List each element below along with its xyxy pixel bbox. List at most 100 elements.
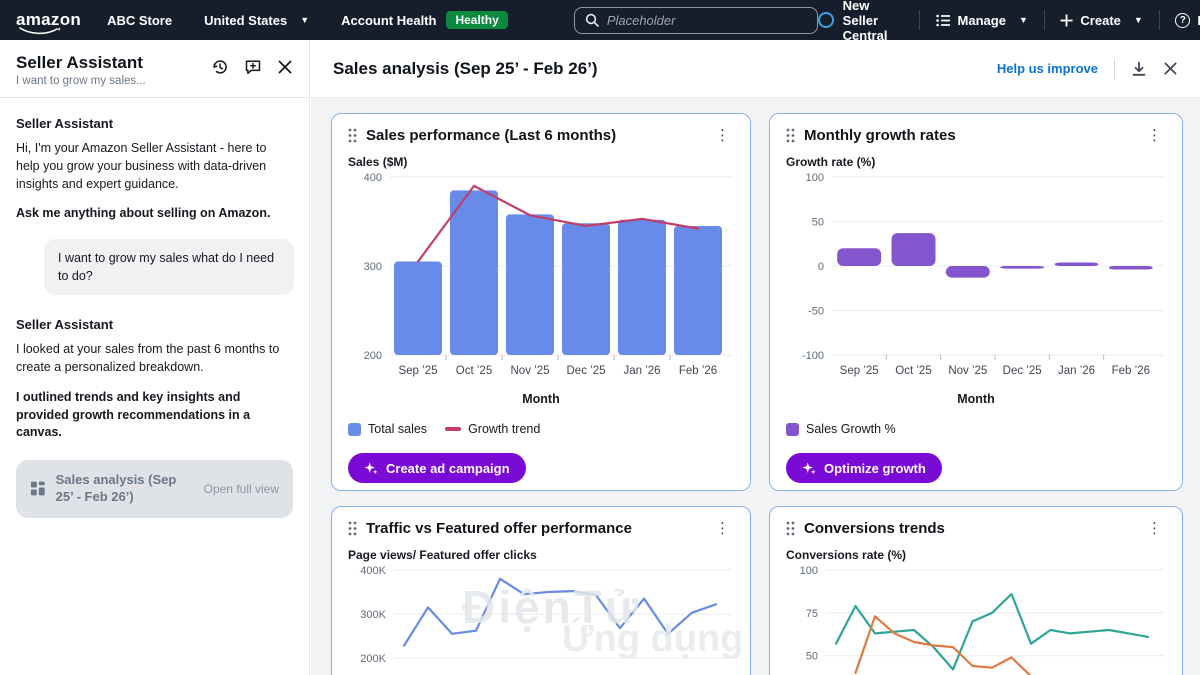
manage-menu[interactable]: Manage ▼ [936,13,1028,28]
x-tick-label: Oct ’25 [895,365,931,377]
close-canvas-icon[interactable] [1163,61,1178,76]
y-tick-label: 300K [360,609,386,621]
search-icon [585,13,599,27]
x-tick-label: Nov ’25 [511,365,550,377]
bar [506,214,554,355]
download-icon[interactable] [1131,61,1147,77]
canvas-header: Sales analysis (Sep 25’ - Feb 26’) Help … [311,40,1200,98]
canvas-card-title: Sales analysis (Sep 25’ - Feb 26’) [56,472,194,506]
assistant-header: Seller Assistant I want to grow my sales… [0,40,309,98]
top-nav: amazon ABC Store United States ▼ Account… [0,0,1200,40]
chart-xlabel: Month [348,392,734,406]
sales-performance-chart: 400300200Sep ’25Oct ’25Nov ’25Dec ’25Jan… [348,171,734,387]
help-menu[interactable]: ? Help [1175,13,1200,28]
assistant-subtitle: I want to grow my sales... [16,75,146,87]
y-tick-label: 50 [812,217,824,229]
sparkle-icon [802,461,816,475]
chevron-down-icon: ▼ [1019,15,1028,25]
chevron-down-icon: ▼ [1134,15,1143,25]
y-tick-label: -50 [808,306,824,318]
chart-title: Monthly growth rates [804,127,956,144]
data-line [856,616,1032,675]
new-chat-icon[interactable] [244,58,262,76]
manage-label: Manage [958,13,1006,28]
create-label: Create [1080,13,1120,28]
canvas-link-card[interactable]: Sales analysis (Sep 25’ - Feb 26’) Open … [16,460,293,518]
chart-xlabel: Month [786,392,1166,406]
amazon-smile-icon [19,26,61,35]
y-tick-label: 100 [806,172,824,184]
chart-ylabel: Conversions rate (%) [786,548,1166,562]
card-kebab-menu[interactable]: ⋮ [1143,126,1166,145]
bar [394,262,442,355]
drag-handle-icon[interactable] [348,521,357,536]
drag-handle-icon[interactable] [786,128,795,143]
chevron-down-icon: ▼ [300,15,309,25]
x-tick-label: Jan ’26 [1058,365,1095,377]
x-tick-label: Dec ’25 [1003,365,1042,377]
legend-item: Total sales [348,422,427,436]
open-full-view-link[interactable]: Open full view [204,482,279,496]
global-search[interactable] [574,7,818,34]
optimize-growth-button[interactable]: Optimize growth [786,453,942,483]
country-selector[interactable]: United States ▼ [204,13,309,28]
amazon-logo[interactable]: amazon [16,10,81,30]
x-tick-label: Nov ’25 [948,365,987,377]
bar [946,266,990,278]
canvas-title: Sales analysis (Sep 25’ - Feb 26’) [333,59,598,79]
canvas-grid-icon [30,480,46,497]
assistant-section-heading: Seller Assistant [16,317,293,332]
x-tick-label: Sep ’25 [398,365,437,377]
legend-label: Total sales [368,422,427,436]
assistant-prompt: Ask me anything about selling on Amazon. [16,205,293,223]
help-us-improve-link[interactable]: Help us improve [997,61,1098,76]
y-tick-label: 400K [360,565,386,577]
conversions-trends-chart: 1007550 [786,564,1166,675]
bar [674,226,722,355]
legend-swatch [348,423,361,436]
legend-swatch [786,423,799,436]
list-icon [936,14,951,27]
bar [892,233,936,266]
history-icon[interactable] [211,58,229,76]
legend-swatch [445,427,461,431]
legend-label: Growth trend [468,422,540,436]
assistant-intro: Hi, I'm your Amazon Seller Assistant - h… [16,140,293,193]
drag-handle-icon[interactable] [348,128,357,143]
store-name[interactable]: ABC Store [107,13,172,28]
header-divider [1114,59,1115,79]
search-input[interactable] [607,13,807,28]
legend-item: Sales Growth % [786,422,896,436]
chart-ylabel: Growth rate (%) [786,155,1166,169]
nav-divider [1159,10,1160,30]
data-line [836,594,1148,669]
x-tick-label: Sep ’25 [840,365,879,377]
card-kebab-menu[interactable]: ⋮ [1143,519,1166,538]
y-tick-label: 200K [360,653,386,665]
traffic-performance-chart: 400K 300K 200K [348,564,734,675]
assistant-analysis-bold: I outlined trends and key insights and p… [16,389,293,442]
close-assistant-icon[interactable] [277,59,293,75]
card-sales-performance: Sales performance (Last 6 months) ⋮ Sale… [331,113,751,491]
legend-item: Growth trend [445,422,540,436]
button-label: Create ad campaign [386,461,510,476]
plus-icon [1060,14,1073,27]
y-tick-label: 50 [806,651,818,663]
legend-label: Sales Growth % [806,422,896,436]
chart-legend: Total sales Growth trend [348,422,734,436]
card-kebab-menu[interactable]: ⋮ [711,519,734,538]
new-seller-central-toggle[interactable] [818,12,834,28]
card-kebab-menu[interactable]: ⋮ [711,126,734,145]
create-ad-campaign-button[interactable]: Create ad campaign [348,453,526,483]
create-menu[interactable]: Create ▼ [1060,13,1142,28]
help-icon: ? [1175,13,1190,28]
data-line [404,579,716,646]
drag-handle-icon[interactable] [786,521,795,536]
account-health-link[interactable]: Account Health [341,13,436,28]
card-conversions-trends: Conversions trends ⋮ Conversions rate (%… [769,506,1183,675]
chart-ylabel: Page views/ Featured offer clicks [348,548,734,562]
sparkle-icon [364,461,378,475]
x-tick-label: Feb ’26 [1112,365,1150,377]
canvas-body: Sales performance (Last 6 months) ⋮ Sale… [311,98,1200,675]
bar [562,223,610,355]
